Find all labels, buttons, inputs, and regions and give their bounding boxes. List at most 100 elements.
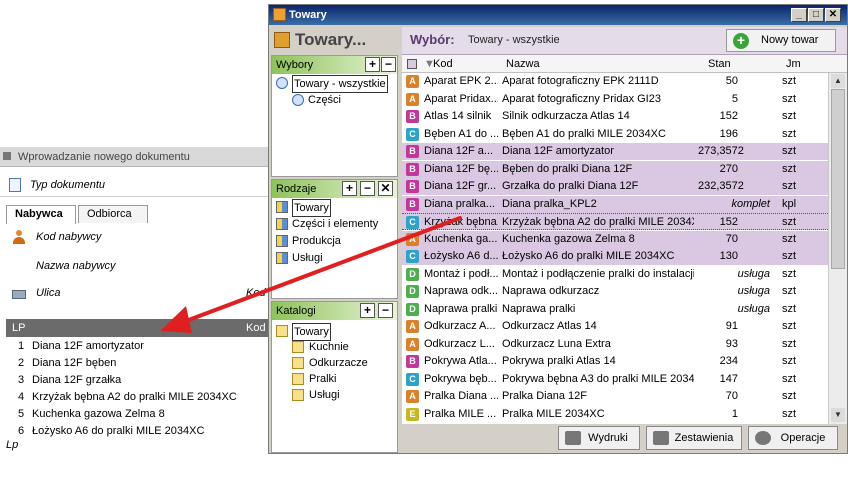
row-name: Krzyżak bębna A2 do pralki MILE 2034XC: [32, 391, 237, 403]
cell-jm: szt: [782, 302, 797, 315]
tab-odbiorca[interactable]: Odbiorca: [78, 205, 148, 223]
table-row[interactable]: 3 Diana 12F grzałka: [6, 372, 268, 389]
cell-stan: 130: [719, 250, 738, 262]
row-number: 5: [18, 408, 25, 420]
cell-nazwa: Pralka Diana 12F: [502, 390, 587, 402]
scroll-down-icon[interactable]: ▼: [831, 408, 845, 422]
scroll-up-icon[interactable]: ▲: [831, 74, 845, 88]
tree-item-odkurzacze[interactable]: Odkurzacze: [272, 355, 397, 371]
table-row[interactable]: 5 Kuchenka gazowa Zelma 8: [6, 406, 268, 423]
table-row[interactable]: B Diana 12F gr... Grzałka do pralki Diana …: [402, 178, 828, 195]
window-title: Towary: [289, 9, 327, 21]
cell-stan: 152: [719, 216, 738, 228]
col-jm[interactable]: Jm: [786, 58, 801, 70]
zestawienia-button[interactable]: Zestawienia: [646, 426, 742, 450]
cell-stan: 1: [731, 407, 738, 420]
doc-type-label: Typ dokumentu: [30, 179, 106, 191]
cell-stan: usługa: [737, 285, 770, 297]
table-row[interactable]: B Pokrywa Atla... Pokrywa pralki Atlas 14 2…: [402, 353, 828, 370]
add-button[interactable]: +: [360, 303, 375, 318]
table-row[interactable]: 1 Diana 12F amortyzator: [6, 338, 268, 355]
report-icon: [653, 431, 669, 445]
col-stan[interactable]: Stan: [708, 58, 731, 70]
window-icon: [3, 152, 11, 160]
col-nazwa[interactable]: Nazwa: [506, 58, 540, 70]
remove-button[interactable]: −: [381, 57, 396, 72]
minimize-button[interactable]: _: [791, 8, 807, 22]
col-kod[interactable]: Kod: [433, 58, 453, 70]
close-panel-button[interactable]: ✕: [378, 181, 393, 196]
operacje-button[interactable]: Operacje: [748, 426, 838, 450]
table-row[interactable]: D Naprawa odk... Naprawa odkurzacz usługa sz…: [402, 283, 828, 300]
tree-item-katalog-uslugi[interactable]: Usługi: [272, 387, 397, 403]
vertical-scrollbar[interactable]: ▲ ▼: [828, 73, 847, 424]
new-item-button[interactable]: + Nowy towar: [726, 29, 836, 52]
cell-jm: szt: [782, 110, 797, 122]
table-row[interactable]: B Diana 12F bę... Bęben do pralki Diana 12…: [402, 160, 828, 178]
wydruki-button[interactable]: Wydruki: [558, 426, 640, 450]
table-row[interactable]: C Łożysko A6 d... Łożysko A6 do pralki MIL…: [402, 248, 828, 265]
tree-label: Produkcja: [292, 235, 341, 247]
item-type-icon: A: [406, 320, 419, 333]
table-row[interactable]: C Pokrywa bęb... Pokrywa bębna A3 do pralk…: [402, 371, 828, 388]
table-row[interactable]: 4 Krzyżak bębna A2 do pralki MILE 2034XC: [6, 389, 268, 406]
remove-button[interactable]: −: [360, 181, 375, 196]
table-row[interactable]: D Naprawa pralki Naprawa pralki usługa szt: [402, 301, 828, 318]
cell-nazwa: Aparat fotograficzny EPK 2111D: [502, 75, 659, 87]
tree-item-czesci-i-elementy[interactable]: Części i elementy: [272, 216, 397, 232]
item-type-icon: D: [406, 302, 419, 316]
tab-nabywca[interactable]: Nabywca: [6, 205, 76, 224]
add-button[interactable]: +: [365, 57, 380, 72]
table-row[interactable]: 6 Łożysko A6 do pralki MILE 2034XC: [6, 423, 268, 440]
ulica-field[interactable]: Ulica Kod: [0, 281, 268, 307]
table-row[interactable]: E Pralka MILE ... Pralka MILE 2034XC 1 szt: [402, 406, 828, 423]
button-label: Wydruki: [588, 432, 628, 444]
tree-item-czesci[interactable]: Części: [272, 92, 397, 108]
table-row[interactable]: A Odkurzacz L... Odkurzacz Luna Extra 93 szt: [402, 336, 828, 353]
table-row[interactable]: B Diana 12F a... Diana 12F amortyzator 273,…: [402, 143, 828, 160]
kod-nabywcy-field[interactable]: Kod nabywcy: [0, 225, 268, 251]
cell-nazwa: Odkurzacz Luna Extra: [502, 337, 611, 350]
folder-icon: [292, 373, 304, 385]
tree-item-katalog-towary[interactable]: Towary: [272, 323, 397, 341]
table-row[interactable]: A Kuchenka ga... Kuchenka gazowa Zelma 8 70…: [402, 230, 828, 248]
row-name: Łożysko A6 do pralki MILE 2034XC: [32, 425, 205, 437]
wybor-label: Wybór:: [410, 32, 455, 47]
tree-item-towary[interactable]: Towary: [272, 199, 397, 217]
table-row[interactable]: A Pralka Diana ... Pralka Diana 12F 70 szt: [402, 388, 828, 405]
table-row[interactable]: A Aparat EPK 2... Aparat fotograficzny EPK…: [402, 73, 828, 90]
doc-type-field[interactable]: Typ dokumentu: [0, 175, 268, 197]
table-row[interactable]: C Krzyżak bębna... Krzyżak bębna A2 do pra…: [402, 213, 828, 230]
table-row[interactable]: 2 Diana 12F bęben: [6, 355, 268, 372]
category-icon: [276, 235, 288, 247]
cell-stan: 152: [719, 110, 738, 122]
table-row[interactable]: C Bęben A1 do ... Bęben A1 do pralki MILE …: [402, 126, 828, 143]
towary-titlebar: Towary _ □ ✕: [269, 5, 847, 25]
remove-button[interactable]: −: [378, 303, 393, 318]
cell-nazwa: Krzyżak bębna A2 do pralki MILE 2034XC: [502, 216, 694, 228]
tree-item-uslugi[interactable]: Usługi: [272, 250, 397, 266]
tree-label: Usługi: [292, 252, 323, 264]
tree-item-produkcja[interactable]: Produkcja: [272, 233, 397, 249]
table-row[interactable]: B Diana pralka... Diana pralka_KPL2 komplet…: [402, 195, 828, 213]
item-type-icon: E: [406, 407, 419, 421]
table-row[interactable]: A Odkurzacz A... Odkurzacz Atlas 14 91 szt: [402, 318, 828, 335]
table-row[interactable]: A Aparat Pridax... Aparat fotograficzny Pr…: [402, 91, 828, 108]
cell-stan: komplet: [731, 197, 770, 210]
table-row[interactable]: D Montaż i podł... Montaż i podłączenie pr…: [402, 266, 828, 283]
scroll-thumb[interactable]: [831, 89, 845, 269]
cell-kod: Odkurzacz A...: [424, 320, 496, 332]
close-button[interactable]: ✕: [825, 8, 841, 22]
tree-item-towary-wszystkie[interactable]: Towary - wszystkie: [272, 75, 397, 93]
select-all-checkbox[interactable]: [407, 59, 417, 69]
add-button[interactable]: +: [342, 181, 357, 196]
left-title: Towary...: [295, 30, 367, 49]
table-row[interactable]: B Atlas 14 silnik Silnik odkurzacza Atlas …: [402, 108, 828, 125]
cell-nazwa: Kuchenka gazowa Zelma 8: [502, 232, 635, 245]
nazwa-nabywcy-field[interactable]: Nazwa nabywcy: [0, 254, 268, 280]
item-type-icon: B: [406, 145, 419, 158]
tree-item-kuchnie[interactable]: Kuchnie: [272, 339, 397, 355]
maximize-button[interactable]: □: [808, 8, 824, 22]
tree-item-pralki[interactable]: Pralki: [272, 371, 397, 387]
cell-stan: 234: [719, 355, 738, 367]
